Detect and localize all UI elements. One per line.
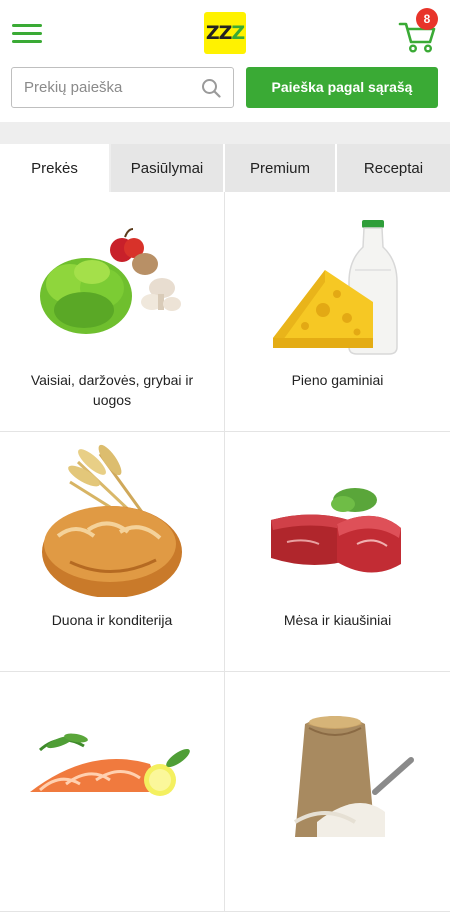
dairy-image [273, 220, 398, 355]
tab-pasiulymai[interactable]: Pasiūlymai [111, 144, 225, 192]
app-header: ZZZ 8 [0, 0, 450, 66]
category-tile-dairy[interactable]: Pieno gaminiai [225, 192, 450, 432]
bread-image [42, 444, 182, 597]
menu-icon[interactable] [12, 22, 42, 46]
category-label: Pieno gaminiai [291, 372, 384, 388]
category-tile-meat[interactable]: Mėsa ir kiaušiniai [225, 432, 450, 672]
category-tile-grains[interactable] [225, 672, 450, 912]
category-tile-bread[interactable]: Duona ir konditerija [0, 432, 225, 672]
category-tile-vegetables[interactable]: Vaisiai, daržovės, grybai ir uogos [0, 192, 225, 432]
search-icon[interactable] [201, 78, 221, 98]
logo-text-main: ZZ [205, 22, 233, 44]
category-label: Duona ir konditerija [51, 612, 173, 628]
divider-band [0, 122, 450, 144]
logo[interactable]: ZZZ [204, 12, 246, 54]
category-grid: Vaisiai, daržovės, grybai ir uogos Pieno… [0, 192, 450, 912]
meat-image [271, 488, 401, 573]
category-label: Vaisiai, daržovės, grybai ir uogos [30, 372, 194, 408]
category-tabs: Prekės Pasiūlymai Premium Receptai [0, 144, 450, 192]
search-field[interactable] [11, 67, 234, 108]
logo-text-accent: Z [231, 22, 245, 44]
category-label: Mėsa ir kiaušiniai [283, 612, 392, 628]
vegetables-image [40, 228, 181, 334]
search-by-list-button[interactable]: Paieška pagal sąrašą [246, 67, 438, 108]
cart-count-badge: 8 [416, 8, 438, 30]
tab-prekes[interactable]: Prekės [0, 144, 111, 192]
category-tile-fish[interactable] [0, 672, 225, 912]
flour-grains-image [293, 716, 414, 837]
tab-premium[interactable]: Premium [225, 144, 337, 192]
tab-receptai[interactable]: Receptai [337, 144, 450, 192]
search-input[interactable] [12, 68, 192, 107]
fish-image [30, 733, 190, 796]
cart-button[interactable]: 8 [398, 8, 440, 54]
